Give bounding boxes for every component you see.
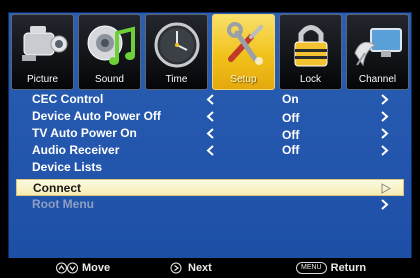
help-bar: Move Next MENU Return [0, 258, 420, 278]
help-move-label: Move [82, 262, 111, 274]
help-next-label: Next [188, 262, 212, 274]
help-return-label: Return [330, 262, 367, 274]
tools-icon [227, 22, 263, 65]
tab-label-lock: Lock [299, 74, 322, 85]
padlock-icon [294, 25, 328, 67]
tab-picture[interactable]: Picture [11, 14, 74, 90]
tab-label-picture: Picture [26, 74, 59, 85]
menu-item-label: Device Auto Power Off [32, 109, 161, 123]
menu-item-value: On [282, 92, 299, 106]
help-move: Move [56, 262, 110, 274]
chevron-right-icon[interactable] [380, 91, 390, 108]
camcorder-icon [22, 26, 68, 61]
tv-osd-screen: Picture Sound Time Setup Lock Channel CE… [0, 0, 420, 278]
chevron-left-icon[interactable] [205, 91, 215, 108]
menu-item-device-auto-power-off[interactable]: Device Auto Power Off Off [14, 108, 404, 125]
tab-label-time: Time [165, 74, 188, 85]
menu-item-value: Off [282, 143, 300, 157]
menu-item-root-menu: Root Menu [14, 196, 404, 213]
speaker-note-icon [87, 25, 135, 65]
satellite-dish-icon [354, 28, 402, 67]
menu-item-label: Audio Receiver [32, 143, 120, 157]
menu-item-cec-control[interactable]: CEC Control On [14, 91, 404, 108]
chevron-left-icon[interactable] [205, 142, 215, 159]
tab-channel[interactable]: Channel [346, 14, 409, 90]
tab-label-channel: Channel [358, 74, 397, 85]
chevron-right-icon[interactable] [381, 180, 391, 197]
right-arrow-button-icon [170, 262, 182, 274]
setup-menu-list: CEC Control On Device Auto Power Off Off… [14, 91, 404, 231]
chevron-left-icon[interactable] [205, 125, 215, 142]
chevron-right-icon[interactable] [380, 108, 390, 125]
chevron-right-icon [381, 199, 389, 210]
menu-item-label: Connect [33, 181, 81, 195]
menu-item-audio-receiver[interactable]: Audio Receiver Off [14, 142, 404, 159]
up-down-arrows-icon [56, 262, 78, 274]
menu-item-connect[interactable]: Connect [16, 179, 404, 196]
menu-item-device-lists[interactable]: Device Lists [14, 159, 404, 176]
tab-time[interactable]: Time [145, 14, 208, 90]
menu-item-label: CEC Control [32, 92, 104, 106]
clock-icon [154, 22, 200, 68]
chevron-left-icon[interactable] [205, 108, 215, 125]
tab-sound[interactable]: Sound [78, 14, 141, 90]
chevron-right-icon[interactable] [380, 142, 390, 159]
menu-item-label: TV Auto Power On [32, 126, 137, 140]
tab-lock[interactable]: Lock [279, 14, 342, 90]
category-tabs: Picture Sound Time Setup Lock Channel [11, 14, 409, 90]
tab-label-sound: Sound [95, 74, 124, 85]
menu-item-label: Root Menu [32, 197, 94, 211]
help-next: Next [170, 262, 212, 274]
menu-key-icon: MENU [296, 262, 327, 274]
tab-setup[interactable]: Setup [212, 14, 275, 90]
menu-item-label: Device Lists [32, 160, 103, 174]
help-return: MENU Return [296, 262, 366, 274]
tab-label-setup: Setup [230, 74, 257, 85]
chevron-right-icon[interactable] [380, 125, 390, 142]
menu-item-tv-auto-power-on[interactable]: TV Auto Power On Off [14, 125, 404, 142]
